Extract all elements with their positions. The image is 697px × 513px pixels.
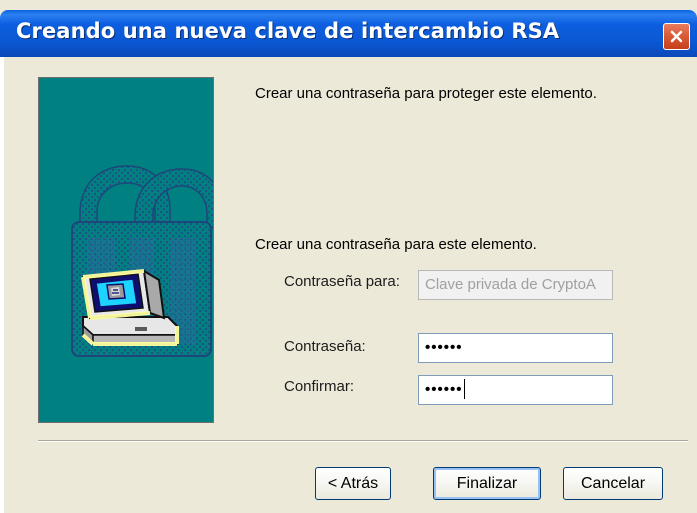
cancel-button[interactable]: Cancelar xyxy=(563,467,663,500)
rsa-key-dialog: Creando una nueva clave de intercambio R… xyxy=(0,0,697,513)
confirm-value: •••••• xyxy=(425,381,463,398)
confirm-password-field[interactable]: •••••• xyxy=(418,375,613,405)
dialog-content: Crear una contraseña para proteger este … xyxy=(4,57,694,513)
text-caret xyxy=(463,379,465,400)
password-for-field: Clave privada de CryptoA xyxy=(418,270,613,300)
back-button[interactable]: < Atrás xyxy=(315,467,391,500)
close-icon xyxy=(670,30,683,43)
window-title: Creando una nueva clave de intercambio R… xyxy=(16,19,560,43)
title-bar: Creando una nueva clave de intercambio R… xyxy=(0,10,697,57)
password-field[interactable]: •••••• xyxy=(418,333,613,363)
intro-text: Crear una contraseña para proteger este … xyxy=(255,85,597,102)
button-separator xyxy=(38,440,688,442)
security-illustration xyxy=(38,77,214,423)
password-label: Contraseña: xyxy=(284,338,366,355)
security-computer-lock-icon xyxy=(71,165,213,357)
section-heading: Crear una contraseña para este elemento. xyxy=(255,236,537,253)
password-value: •••••• xyxy=(425,339,463,356)
close-button[interactable] xyxy=(663,23,690,50)
finish-button[interactable]: Finalizar xyxy=(433,467,541,500)
confirm-label: Confirmar: xyxy=(284,378,355,395)
password-for-label: Contraseña para: xyxy=(284,273,400,290)
